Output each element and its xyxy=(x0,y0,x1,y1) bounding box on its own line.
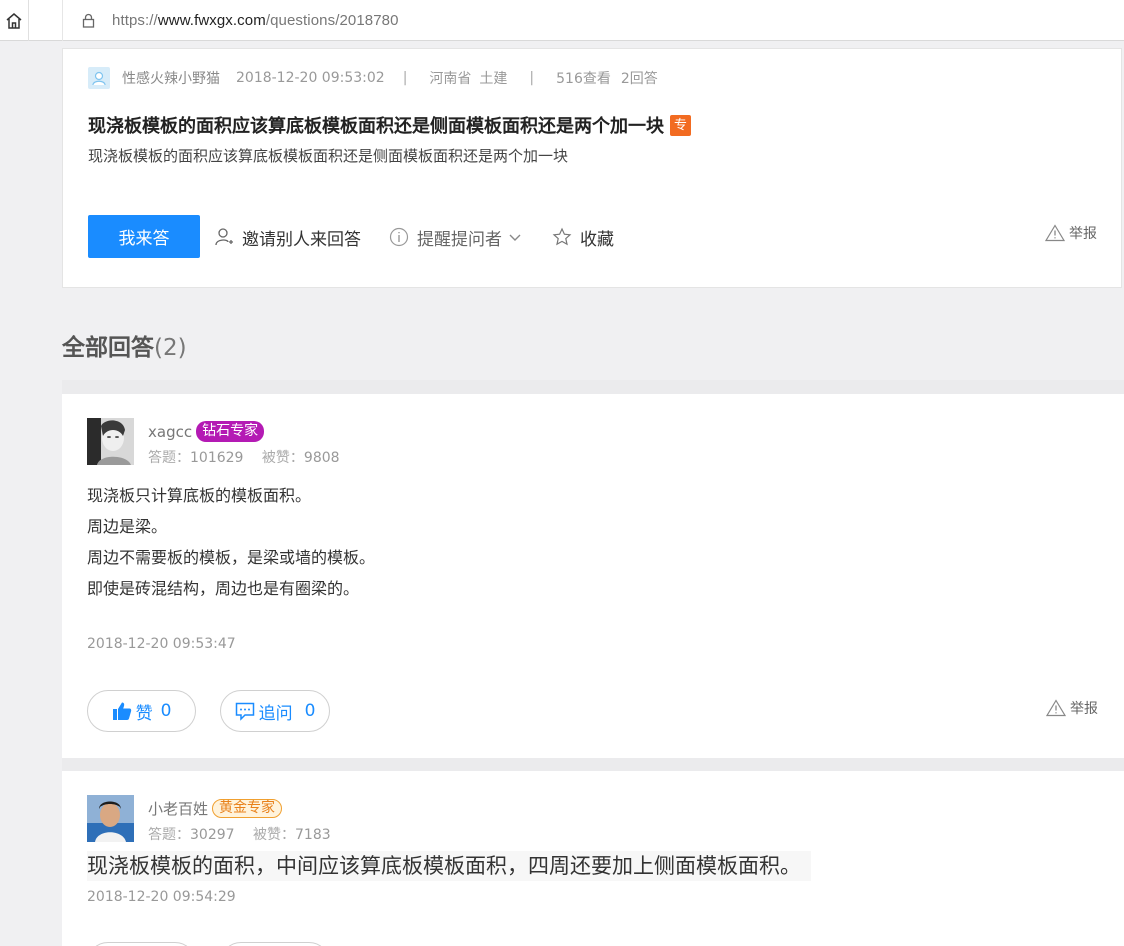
stats-likes-value: 7183 xyxy=(295,827,331,843)
answer-time: 2018-12-20 09:53:47 xyxy=(87,636,236,652)
meta-separator: | xyxy=(529,70,535,86)
star-icon xyxy=(552,227,572,246)
pro-badge: 专 xyxy=(670,114,691,136)
stats-likes-label: 被赞： xyxy=(261,450,304,466)
answer-button[interactable]: 我来答 xyxy=(88,215,200,258)
stats-answers-value: 30297 xyxy=(190,827,235,843)
info-icon xyxy=(389,227,409,247)
question-views: 516查看 xyxy=(556,71,611,87)
question-title-text: 现浇板模板的面积应该算底板模板面积还是侧面模板面积还是两个加一块 xyxy=(88,116,664,137)
avatar[interactable] xyxy=(87,418,134,465)
asker-name[interactable]: 性感火辣小野猫 xyxy=(122,68,220,88)
expert-badge: 钻石专家 xyxy=(196,421,265,442)
answer-line: 周边是梁。 xyxy=(87,517,168,536)
question-report-button[interactable]: 举报 xyxy=(1045,223,1097,243)
meta-separator: | xyxy=(402,70,408,86)
followup-count: 0 xyxy=(304,701,316,721)
stats-likes-value: 9808 xyxy=(303,450,340,466)
stats-likes-label: 被赞： xyxy=(253,827,295,843)
favorite-label: 收藏 xyxy=(580,229,614,250)
question-description: 现浇板模板的面积应该算底板模板面积还是侧面模板面积还是两个加一块 xyxy=(88,147,569,165)
home-icon xyxy=(6,12,22,29)
question-answer-count: 2回答 xyxy=(620,71,658,87)
url-field[interactable]: https://www.fwxgx.com/questions/2018780 xyxy=(62,0,1124,41)
asker-avatar[interactable] xyxy=(88,67,110,89)
answerer-username[interactable]: xagcc xyxy=(148,423,192,441)
followup-button[interactable] xyxy=(220,942,330,946)
question-card: 性感火辣小野猫 2018-12-20 09:53:02 | 河南省 土建 | 5… xyxy=(62,48,1122,288)
report-label: 举报 xyxy=(1070,701,1098,717)
stats-answers-value: 101629 xyxy=(190,450,244,466)
url-text: https://www.fwxgx.com/questions/2018780 xyxy=(112,12,399,29)
divider-strip xyxy=(62,758,1124,771)
like-label: 赞 xyxy=(135,703,153,724)
question-title: 现浇板模板的面积应该算底板模板面积还是侧面模板面积还是两个加一块 专 xyxy=(88,112,691,138)
report-label: 举报 xyxy=(1069,226,1097,242)
answer-line: 周边不需要板的模板，是梁或墙的模板。 xyxy=(87,548,376,567)
like-button[interactable]: 赞 0 xyxy=(87,690,196,732)
answer-line: 现浇板只计算底板的模板面积。 xyxy=(87,486,312,505)
answer-body: 现浇板只计算底板的模板面积。 周边是梁。 周边不需要板的模板，是梁或墙的模板。 … xyxy=(87,480,375,604)
stats-answers-label: 答题： xyxy=(148,827,190,843)
expert-badge: 黄金专家 xyxy=(212,799,283,818)
question-meta: 性感火辣小野猫 2018-12-20 09:53:02 | 河南省 土建 | 5… xyxy=(88,67,658,89)
answerer-stats: 答题：101629 被赞：9808 xyxy=(148,447,340,467)
answerer-username[interactable]: 小老百姓 xyxy=(148,798,208,819)
like-button[interactable] xyxy=(87,942,196,946)
lock-icon xyxy=(81,13,95,29)
browser-address-bar: https://www.fwxgx.com/questions/2018780 xyxy=(0,0,1124,41)
followup-button[interactable]: 追问 0 xyxy=(220,690,330,732)
remind-asker-button[interactable]: 提醒提问者 xyxy=(389,225,522,250)
comment-icon xyxy=(235,702,254,721)
warning-icon xyxy=(1045,224,1065,242)
thumbs-up-icon xyxy=(112,702,131,720)
question-category[interactable]: 土建 xyxy=(479,68,507,88)
answers-count: (2) xyxy=(154,335,187,361)
invite-answer-button[interactable]: 邀请别人来回答 xyxy=(214,225,361,250)
answerer-stats: 答题：30297 被赞：7183 xyxy=(148,824,331,844)
answer-time: 2018-12-20 09:54:29 xyxy=(87,889,236,905)
warning-icon xyxy=(1046,699,1066,717)
answers-section-title: 全部回答(2) xyxy=(62,328,187,362)
chevron-down-icon xyxy=(509,234,521,241)
stats-answers-label: 答题： xyxy=(148,450,190,466)
answerer-name: 小老百姓 黄金专家 xyxy=(148,798,283,819)
url-host: www.fwxgx.com xyxy=(157,12,266,29)
url-scheme: https:// xyxy=(112,12,158,29)
home-button[interactable] xyxy=(0,0,29,41)
question-time: 2018-12-20 09:53:02 xyxy=(236,70,385,86)
answer-body: 现浇板模板的面积，中间应该算底板模板面积，四周还要加上侧面模板面积。 xyxy=(87,851,811,881)
page-gutter xyxy=(0,41,62,946)
url-path: /questions/2018780 xyxy=(265,12,399,29)
avatar[interactable] xyxy=(87,795,134,842)
answer-line: 即使是砖混结构，周边也是有圈梁的。 xyxy=(87,579,360,598)
like-count: 0 xyxy=(160,701,172,721)
answer-report-button[interactable]: 举报 xyxy=(1046,698,1098,718)
remind-label: 提醒提问者 xyxy=(417,229,502,250)
answerer-name: xagcc 钻石专家 xyxy=(148,421,265,442)
answer-card: xagcc 钻石专家 答题：101629 被赞：9808 现浇板只计算底板的模板… xyxy=(62,394,1124,758)
invite-label: 邀请别人来回答 xyxy=(242,229,361,250)
user-add-icon xyxy=(215,228,233,246)
answers-title-text: 全部回答 xyxy=(62,335,154,361)
answer-card: 小老百姓 黄金专家 答题：30297 被赞：7183 现浇板模板的面积，中间应该… xyxy=(62,771,1124,946)
question-province[interactable]: 河南省 xyxy=(429,68,471,88)
followup-label: 追问 xyxy=(258,703,293,724)
favorite-button[interactable]: 收藏 xyxy=(552,225,614,250)
divider-strip xyxy=(62,380,1124,394)
